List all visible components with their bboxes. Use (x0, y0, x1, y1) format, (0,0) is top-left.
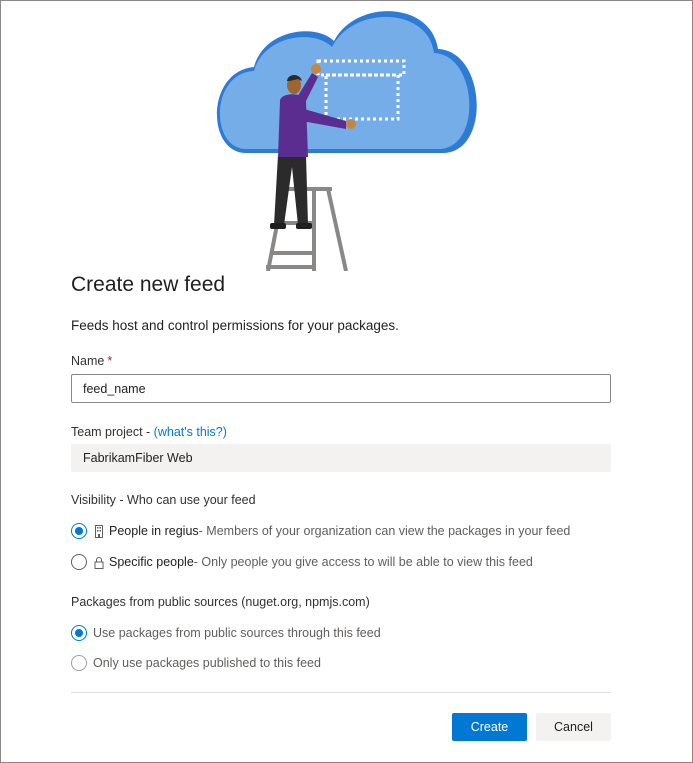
cloud-illustration (216, 11, 477, 271)
upstream-option-public-label: Use packages from public sources through… (93, 626, 381, 640)
team-project-label-text: Team project - (71, 425, 154, 439)
radio-selected[interactable] (71, 523, 87, 539)
building-icon (95, 524, 103, 538)
dialog-title: Create new feed (71, 273, 226, 296)
whats-this-link[interactable]: (what's this?) (154, 425, 227, 439)
footer-divider (71, 692, 611, 693)
visibility-option-specific-title: Specific people (109, 555, 194, 569)
radio-unselected[interactable] (71, 655, 87, 671)
feed-name-field[interactable] (71, 374, 611, 403)
name-label-text: Name (71, 354, 105, 368)
create-feed-dialog: Create new feed Feeds host and control p… (0, 0, 693, 763)
visibility-option-organization-title: People in regius (109, 524, 199, 538)
lock-icon (94, 556, 104, 569)
name-label: Name * (71, 354, 112, 368)
team-project-label: Team project - (what's this?) (71, 425, 227, 439)
required-marker: * (107, 354, 113, 368)
radio-unselected[interactable] (71, 554, 87, 570)
cancel-button[interactable]: Cancel (536, 713, 611, 741)
visibility-option-organization[interactable]: People in regius - Members of your organ… (71, 523, 570, 539)
create-button[interactable]: Create (452, 713, 527, 741)
visibility-option-organization-description: - Members of your organization can view … (198, 524, 571, 538)
feed-name-input[interactable] (72, 375, 610, 402)
radio-selected[interactable] (71, 625, 87, 641)
upstream-sources-label: Packages from public sources (nuget.org,… (71, 595, 370, 609)
upstream-option-local-only[interactable]: Only use packages published to this feed (71, 655, 321, 671)
visibility-option-specific[interactable]: Specific people - Only people you give a… (71, 554, 533, 570)
upstream-option-public[interactable]: Use packages from public sources through… (71, 625, 381, 641)
team-project-value: FabrikamFiber Web (71, 444, 611, 472)
visibility-label: Visibility - Who can use your feed (71, 493, 256, 507)
dialog-subtitle: Feeds host and control permissions for y… (71, 318, 399, 333)
upstream-option-local-only-label: Only use packages published to this feed (93, 656, 321, 670)
visibility-option-specific-description: - Only people you give access to will be… (193, 555, 533, 569)
